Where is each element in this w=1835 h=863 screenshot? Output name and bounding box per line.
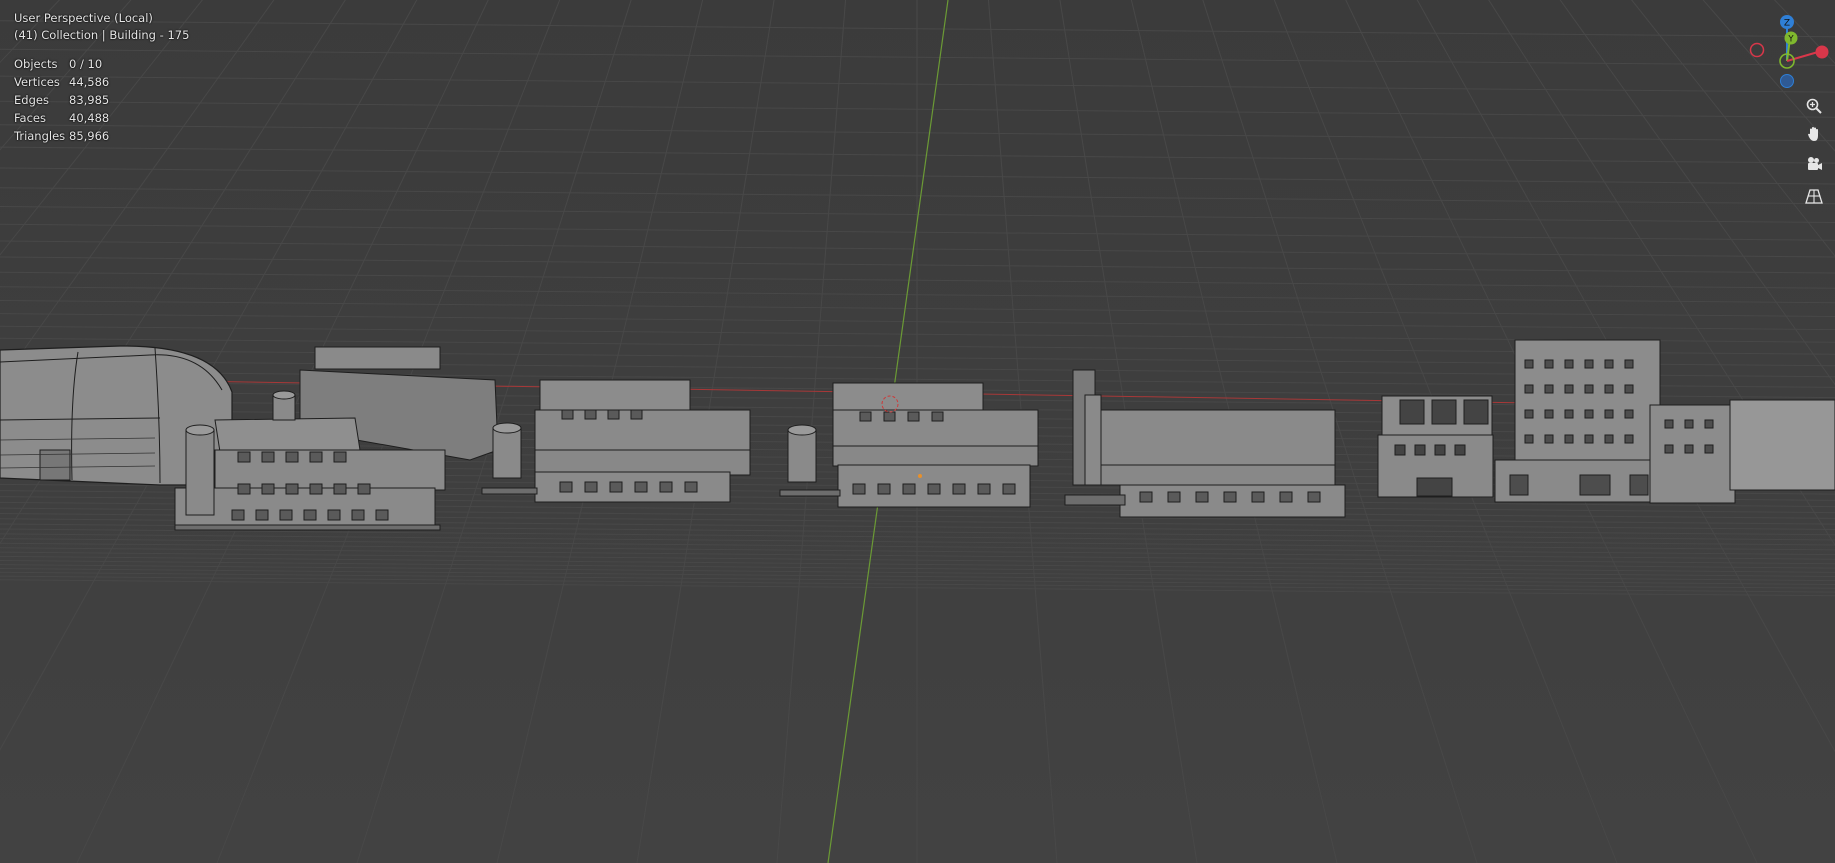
stat-label: Edges	[14, 93, 49, 107]
viewport-header-info: User Perspective (Local) (41) Collection…	[14, 10, 189, 44]
camera-icon[interactable]	[1800, 152, 1828, 176]
building-small-house[interactable]	[1377, 395, 1494, 498]
stat-row-edges: Edges 83,985	[14, 91, 109, 109]
z-axis-label: Z	[1784, 19, 1790, 29]
stat-label: Vertices	[14, 75, 60, 89]
stat-value: 44,586	[69, 75, 110, 89]
navigation-gizmo[interactable]: Z Y	[1740, 10, 1830, 90]
stat-value: 85,966	[69, 129, 110, 143]
stat-label: Objects	[14, 57, 58, 71]
3d-viewport[interactable]	[0, 0, 1835, 863]
x-axis-ball[interactable]	[1815, 45, 1829, 59]
stat-value: 40,488	[69, 111, 110, 125]
stat-row-vertices: Vertices 44,586	[14, 73, 109, 91]
stat-row-faces: Faces 40,488	[14, 109, 109, 127]
stat-value: 0 / 10	[69, 57, 103, 71]
collection-context-label: (41) Collection | Building - 175	[14, 28, 190, 42]
stat-label: Triangles	[14, 129, 66, 143]
view-mode-label: User Perspective (Local)	[14, 11, 153, 25]
stat-value: 83,985	[69, 93, 110, 107]
stat-row-triangles: Triangles 85,966	[14, 127, 109, 145]
origin-dot	[918, 474, 922, 478]
neg-z-axis-ball[interactable]	[1780, 74, 1794, 88]
grid-perspective-icon[interactable]	[1800, 184, 1828, 208]
pan-hand-icon[interactable]	[1800, 122, 1828, 146]
y-axis-label: Y	[1787, 35, 1794, 45]
stat-label: Faces	[14, 111, 46, 125]
stat-row-objects: Objects 0 / 10	[14, 55, 109, 73]
zoom-icon[interactable]	[1800, 94, 1828, 118]
scene-statistics: Objects 0 / 10 Vertices 44,586 Edges 83,…	[14, 55, 109, 145]
neg-x-axis-ball[interactable]	[1749, 42, 1765, 58]
